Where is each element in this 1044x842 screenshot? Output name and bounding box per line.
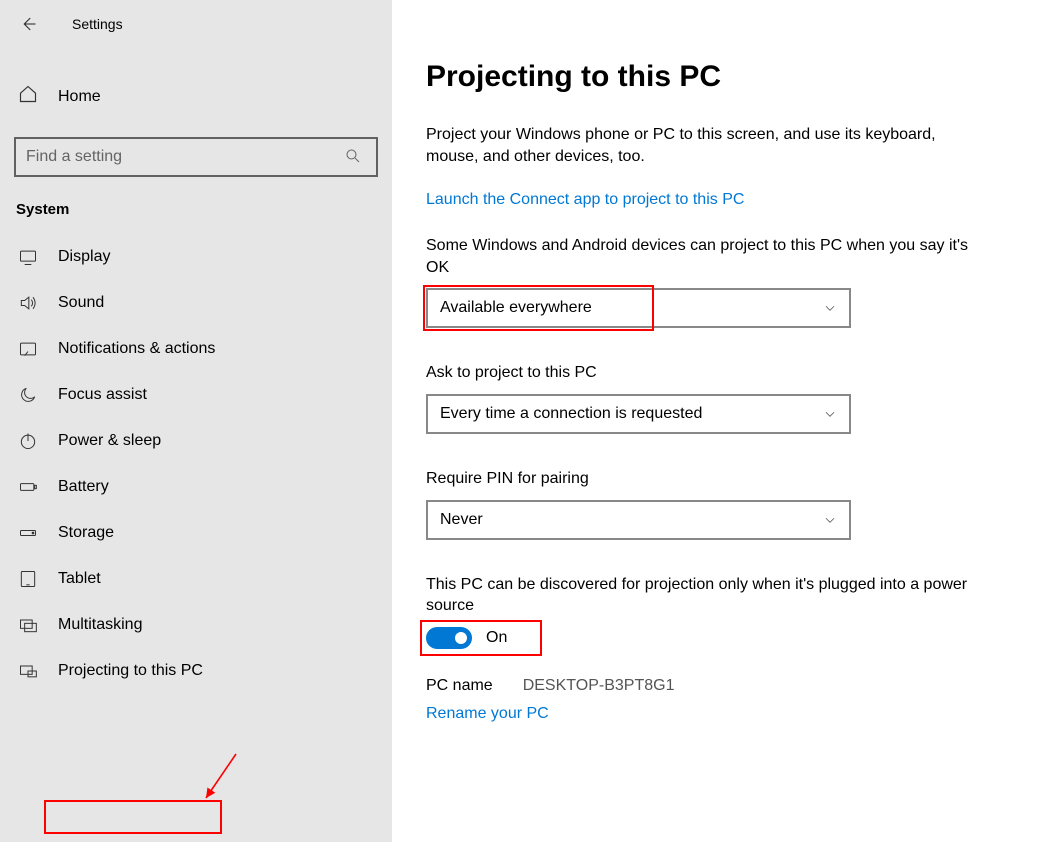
sidebar-nav: Display Sound Notifications & actions Fo… bbox=[0, 234, 392, 694]
multitasking-icon bbox=[18, 615, 40, 635]
sidebar-item-label: Multitasking bbox=[58, 616, 142, 634]
dropdown-value: Never bbox=[440, 511, 483, 529]
pc-name-row: PC name DESKTOP-B3PT8G1 bbox=[426, 677, 1006, 695]
sidebar-item-sound[interactable]: Sound bbox=[0, 280, 392, 326]
app-title: Settings bbox=[72, 16, 123, 32]
pc-name-label: PC name bbox=[426, 677, 493, 695]
availability-label: Some Windows and Android devices can pro… bbox=[426, 235, 986, 278]
sidebar-item-power[interactable]: Power & sleep bbox=[0, 418, 392, 464]
require-pin-label: Require PIN for pairing bbox=[426, 468, 986, 490]
annotation-arrow-icon bbox=[200, 750, 242, 806]
sidebar-item-label: Sound bbox=[58, 294, 104, 312]
settings-sidebar: Settings Home System Display Sound Notif… bbox=[0, 0, 392, 842]
display-icon bbox=[18, 247, 40, 267]
intro-text: Project your Windows phone or PC to this… bbox=[426, 124, 986, 167]
storage-icon bbox=[18, 523, 40, 543]
search-box[interactable] bbox=[14, 137, 378, 177]
sidebar-item-display[interactable]: Display bbox=[0, 234, 392, 280]
sidebar-item-label: Power & sleep bbox=[58, 432, 161, 450]
main-panel: Projecting to this PC Project your Windo… bbox=[392, 0, 1044, 842]
home-label: Home bbox=[58, 88, 101, 106]
ask-to-project-label: Ask to project to this PC bbox=[426, 362, 986, 384]
tablet-icon bbox=[18, 569, 40, 589]
sidebar-item-label: Notifications & actions bbox=[58, 340, 215, 358]
sidebar-item-label: Tablet bbox=[58, 570, 101, 588]
discover-toggle[interactable] bbox=[426, 627, 472, 649]
back-button[interactable] bbox=[18, 14, 38, 34]
power-icon bbox=[18, 431, 40, 451]
rename-pc-link[interactable]: Rename your PC bbox=[426, 705, 549, 723]
search-icon bbox=[344, 147, 362, 165]
ask-to-project-dropdown[interactable]: Every time a connection is requested bbox=[426, 394, 851, 434]
search-button[interactable] bbox=[340, 147, 366, 168]
sidebar-item-tablet[interactable]: Tablet bbox=[0, 556, 392, 602]
sidebar-item-label: Focus assist bbox=[58, 386, 147, 404]
sidebar-item-label: Projecting to this PC bbox=[58, 662, 203, 680]
title-bar: Settings bbox=[0, 0, 392, 48]
projecting-icon bbox=[18, 661, 40, 681]
battery-icon bbox=[18, 477, 40, 497]
require-pin-dropdown[interactable]: Never bbox=[426, 500, 851, 540]
sidebar-item-multitasking[interactable]: Multitasking bbox=[0, 602, 392, 648]
search-input[interactable] bbox=[26, 148, 340, 166]
notifications-icon bbox=[18, 339, 40, 359]
page-title: Projecting to this PC bbox=[426, 60, 1006, 94]
availability-dropdown[interactable]: Available everywhere bbox=[426, 288, 851, 328]
sidebar-item-storage[interactable]: Storage bbox=[0, 510, 392, 556]
arrow-left-icon bbox=[19, 15, 37, 33]
sidebar-item-label: Battery bbox=[58, 478, 109, 496]
launch-connect-link[interactable]: Launch the Connect app to project to thi… bbox=[426, 191, 744, 209]
home-icon bbox=[18, 84, 40, 109]
chevron-down-icon bbox=[823, 301, 837, 315]
discover-plugged-label: This PC can be discovered for projection… bbox=[426, 574, 986, 617]
focus-assist-icon bbox=[18, 385, 40, 405]
chevron-down-icon bbox=[823, 513, 837, 527]
sidebar-item-label: Storage bbox=[58, 524, 114, 542]
sidebar-item-projecting[interactable]: Projecting to this PC bbox=[0, 648, 392, 694]
dropdown-value: Every time a connection is requested bbox=[440, 405, 702, 423]
sidebar-item-label: Display bbox=[58, 248, 110, 266]
category-header: System bbox=[0, 177, 392, 234]
sidebar-item-focus-assist[interactable]: Focus assist bbox=[0, 372, 392, 418]
sound-icon bbox=[18, 293, 40, 313]
toggle-state-label: On bbox=[486, 629, 507, 647]
dropdown-value: Available everywhere bbox=[440, 299, 592, 317]
sidebar-item-battery[interactable]: Battery bbox=[0, 464, 392, 510]
sidebar-item-notifications[interactable]: Notifications & actions bbox=[0, 326, 392, 372]
annotation-highlight-sidebar bbox=[44, 800, 222, 834]
pc-name-value: DESKTOP-B3PT8G1 bbox=[523, 677, 675, 695]
toggle-thumb bbox=[455, 632, 467, 644]
sidebar-home[interactable]: Home bbox=[0, 74, 392, 119]
chevron-down-icon bbox=[823, 407, 837, 421]
